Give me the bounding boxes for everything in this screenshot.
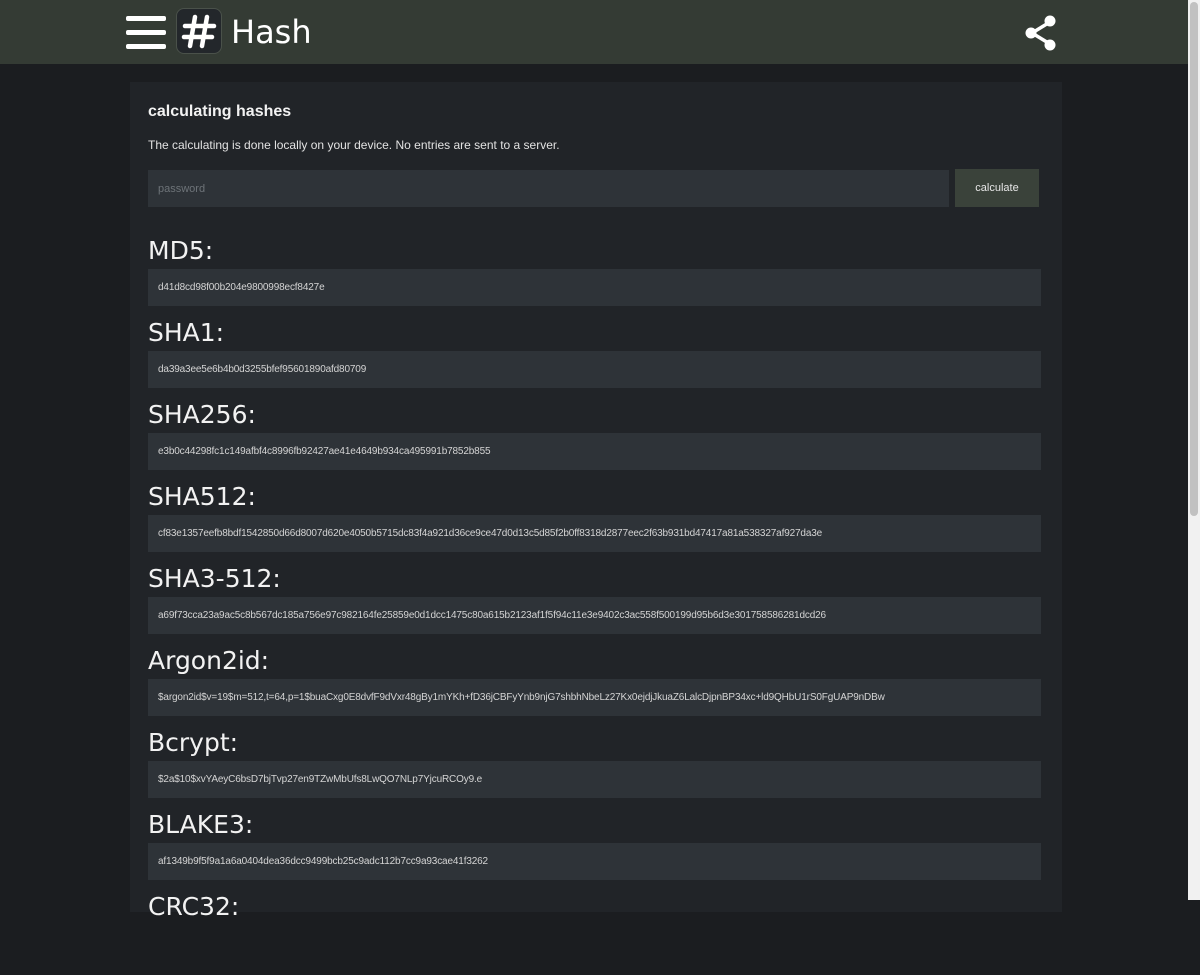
hash-label: BLAKE3: xyxy=(148,810,254,839)
hash-label: Bcrypt: xyxy=(148,728,239,757)
hash-calculator-card: calculating hashes The calculating is do… xyxy=(130,82,1062,921)
vertical-scrollbar[interactable] xyxy=(1188,0,1200,900)
hash-section-md5: MD5: d41d8cd98f00b204e9800998ecf8427e xyxy=(148,237,1041,319)
hash-value[interactable]: a69f73cca23a9ac5c8b567dc185a756e97c98216… xyxy=(148,597,1041,634)
hash-section-crc32: CRC32: xyxy=(148,893,1041,975)
hash-logo-icon xyxy=(176,8,222,54)
hash-section-sha256: SHA256: e3b0c44298fc1c149afbf4c8996fb924… xyxy=(148,401,1041,483)
card-description: The calculating is done locally on your … xyxy=(148,138,560,152)
hash-label: CRC32: xyxy=(148,892,240,921)
hash-value[interactable]: $2a$10$xvYAeyC6bsD7bjTvp27en9TZwMbUfs8Lw… xyxy=(148,761,1041,798)
hash-value[interactable]: cf83e1357eefb8bdf1542850d66d8007d620e405… xyxy=(148,515,1041,552)
hash-value[interactable]: e3b0c44298fc1c149afbf4c8996fb92427ae41e4… xyxy=(148,433,1041,470)
hash-section-argon2id: Argon2id: $argon2id$v=19$m=512,t=64,p=1$… xyxy=(148,647,1041,729)
calculate-button[interactable]: calculate xyxy=(955,169,1039,207)
scrollbar-thumb[interactable] xyxy=(1190,2,1198,516)
app-header: Hash xyxy=(0,0,1188,64)
hash-section-sha3-512: SHA3-512: a69f73cca23a9ac5c8b567dc185a75… xyxy=(148,565,1041,647)
hash-value[interactable]: d41d8cd98f00b204e9800998ecf8427e xyxy=(148,269,1041,306)
hamburger-menu-icon[interactable] xyxy=(126,15,166,51)
hash-label: SHA512: xyxy=(148,482,256,511)
hash-label: SHA256: xyxy=(148,400,256,429)
hash-label: Argon2id: xyxy=(148,646,270,675)
hash-section-sha512: SHA512: cf83e1357eefb8bdf1542850d66d8007… xyxy=(148,483,1041,565)
hash-value[interactable]: $argon2id$v=19$m=512,t=64,p=1$buaCxg0E8d… xyxy=(148,679,1041,716)
app-title: Hash xyxy=(231,13,312,51)
hash-label: MD5: xyxy=(148,236,214,265)
card-title: calculating hashes xyxy=(148,103,292,120)
password-input[interactable] xyxy=(148,170,949,207)
hash-label: SHA3-512: xyxy=(148,564,281,593)
hash-section-blake3: BLAKE3: af1349b9f5f9a1a6a0404dea36dcc949… xyxy=(148,811,1041,893)
share-icon[interactable] xyxy=(1022,14,1060,52)
hash-value[interactable]: da39a3ee5e6b4b0d3255bfef95601890afd80709 xyxy=(148,351,1041,388)
hash-section-sha1: SHA1: da39a3ee5e6b4b0d3255bfef95601890af… xyxy=(148,319,1041,401)
hash-section-bcrypt: Bcrypt: $2a$10$xvYAeyC6bsD7bjTvp27en9TZw… xyxy=(148,729,1041,811)
hash-label: SHA1: xyxy=(148,318,225,347)
hash-value[interactable]: af1349b9f5f9a1a6a0404dea36dcc9499bcb25c9… xyxy=(148,843,1041,880)
